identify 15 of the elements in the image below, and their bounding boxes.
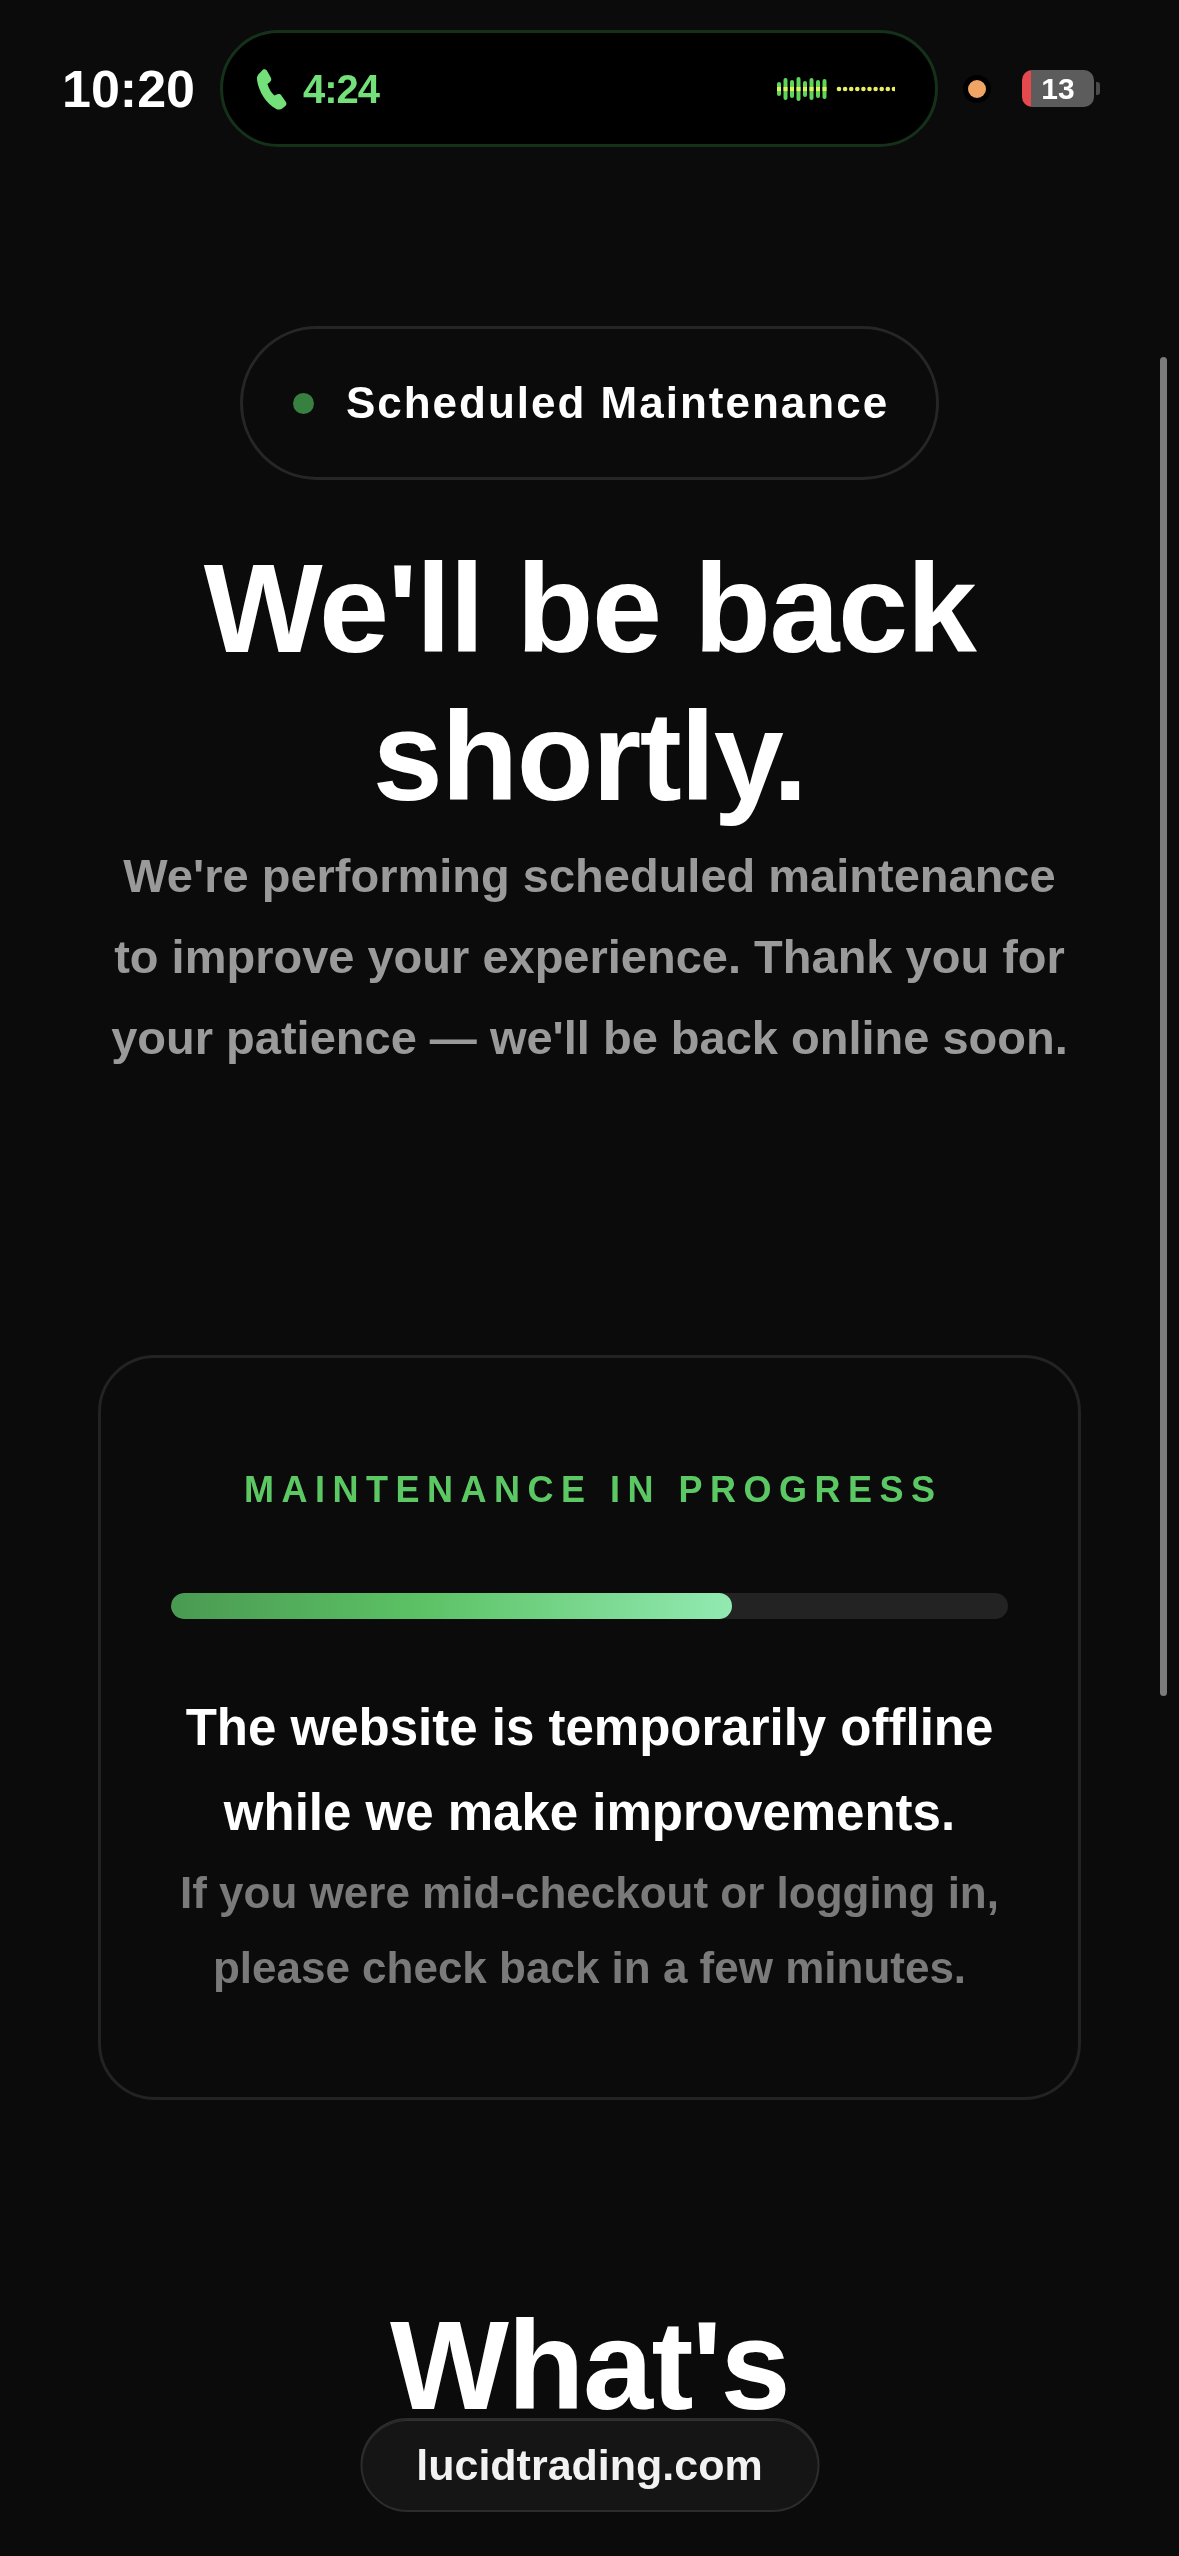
- battery-indicator: 13: [1022, 70, 1100, 107]
- status-time: 10:20: [62, 58, 195, 119]
- status-note: If you were mid-checkout or logging in, please check back in a few minutes.: [180, 1867, 999, 1994]
- scrollbar-thumb[interactable]: [1160, 357, 1167, 1696]
- progress-label: MAINTENANCE IN PROGRESS: [243, 1468, 943, 1512]
- page-heading: We'll be back shortly.: [202, 537, 978, 829]
- status-dot-icon: [292, 392, 314, 414]
- status-label: Scheduled Maintenance: [345, 378, 890, 428]
- intro-text: We're performing scheduled maintenance to improve your experience. Thank you for your patience — we'll be back online soon.: [111, 848, 1068, 1066]
- indicator-dot-icon: [963, 74, 991, 103]
- section-heading: What's: [389, 2318, 790, 2414]
- call-timer: 4:24: [303, 65, 380, 113]
- call-status-pill[interactable]: 4:24: [220, 30, 938, 147]
- address-bar[interactable]: lucidtrading.com: [360, 2418, 819, 2512]
- status-message: The website is temporarily offline while we make improvements.: [185, 1698, 994, 1843]
